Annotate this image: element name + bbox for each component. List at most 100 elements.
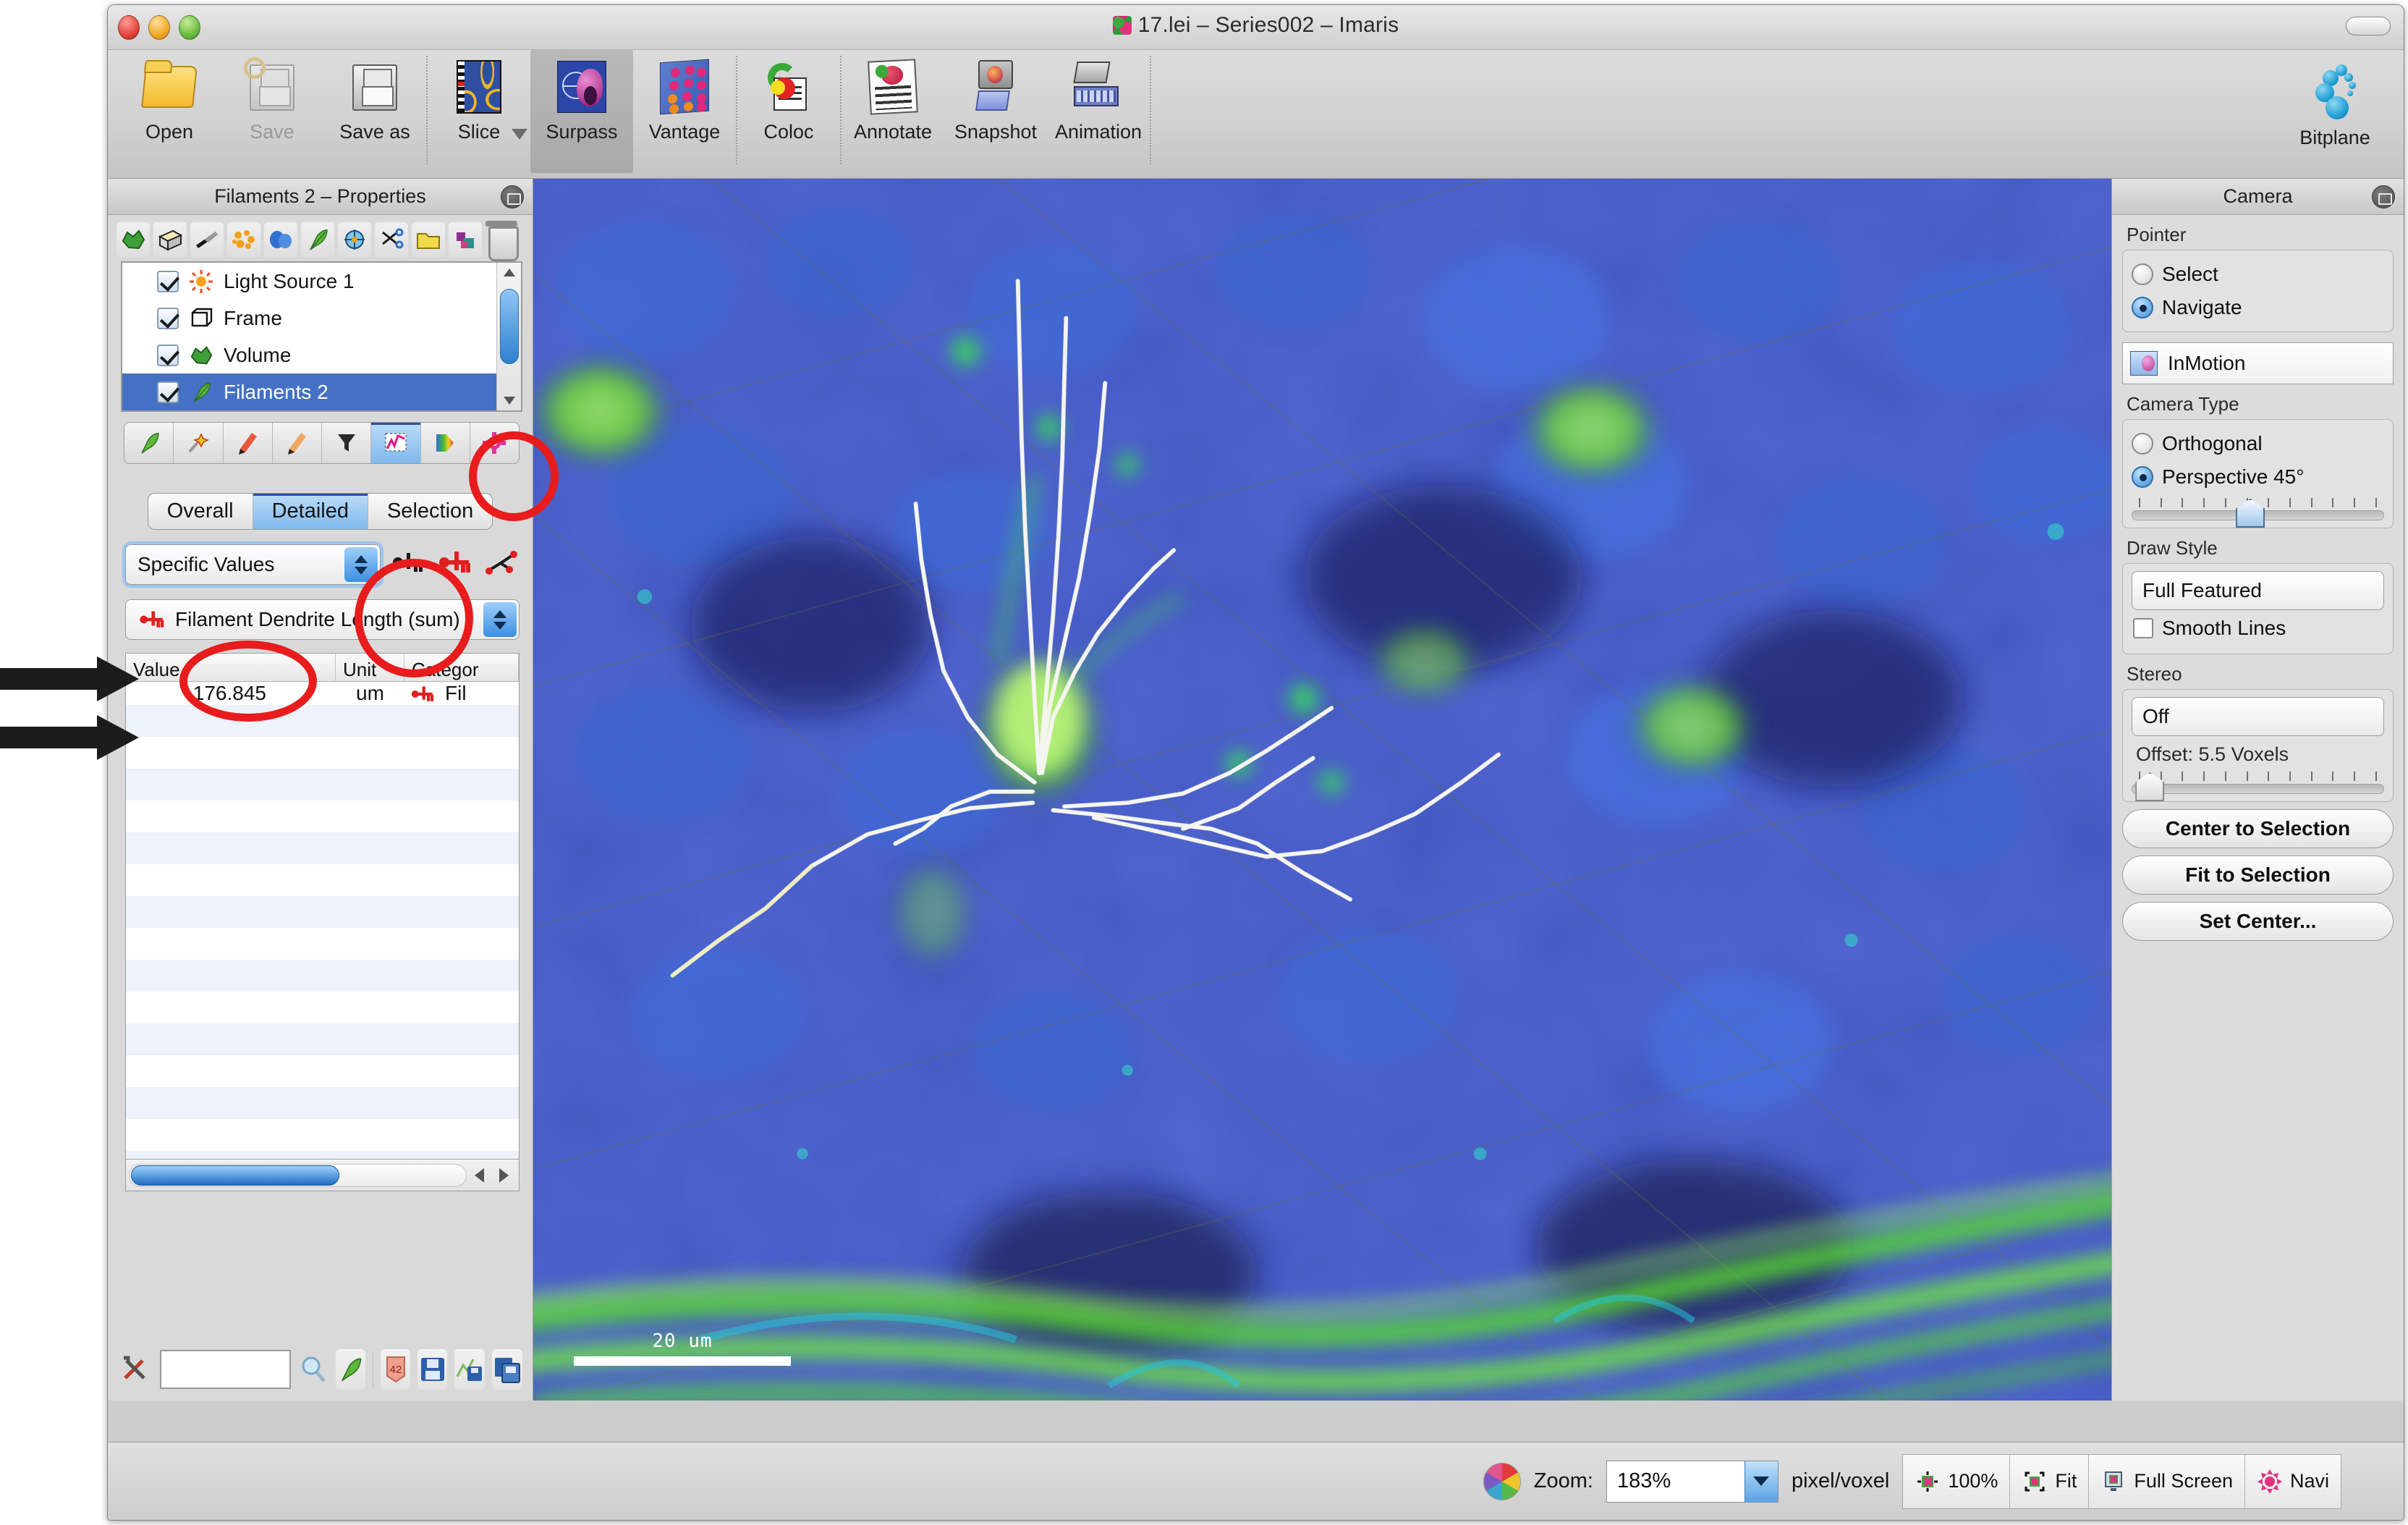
visibility-checkbox[interactable] <box>157 270 179 292</box>
toolbar-coloc[interactable]: Coloc <box>737 50 840 173</box>
settings-gear-icon[interactable] <box>470 423 519 463</box>
toolbar-vantage[interactable]: Vantage <box>633 50 736 173</box>
visibility-checkbox[interactable] <box>157 344 179 366</box>
set-center-button[interactable]: Set Center... <box>2122 902 2394 941</box>
magnifier-icon[interactable] <box>298 1349 328 1390</box>
smooth-lines-checkbox-row[interactable]: Smooth Lines <box>2132 610 2384 646</box>
filaments-leaf-icon[interactable] <box>336 1349 365 1390</box>
visibility-checkbox[interactable] <box>157 381 179 403</box>
table-row[interactable]: 176.845 um Fil <box>126 682 519 705</box>
add-ortho-slicer-icon[interactable] <box>190 222 224 257</box>
table-row-empty[interactable] <box>126 832 519 864</box>
table-row-empty[interactable] <box>126 928 519 960</box>
filament-segment-icon[interactable] <box>392 550 427 579</box>
chevron-down-icon[interactable] <box>512 129 527 140</box>
zoom-combobox[interactable]: 183% <box>1606 1460 1779 1503</box>
visibility-checkbox[interactable] <box>157 307 179 329</box>
detach-window-icon[interactable] <box>501 185 524 208</box>
toolbar-annotate[interactable]: Annotate <box>841 50 944 173</box>
tab-autodepth-pen[interactable] <box>224 423 273 463</box>
draw-style-select[interactable]: Full Featured <box>2132 571 2384 610</box>
column-header-unit[interactable]: Unit <box>336 654 404 681</box>
filament-dendrite-icon[interactable] <box>438 550 473 579</box>
scrollbar-thumb[interactable] <box>500 289 519 364</box>
radio-select[interactable]: Select <box>2132 258 2384 291</box>
chevron-down-icon[interactable] <box>1744 1461 1778 1502</box>
tab-filter-funnel[interactable] <box>322 423 372 463</box>
table-row-empty[interactable] <box>126 896 519 928</box>
tab-filament-draw[interactable] <box>124 423 174 463</box>
table-row-empty[interactable] <box>126 1055 519 1087</box>
table-row-empty[interactable] <box>126 960 519 992</box>
scroll-right-icon[interactable] <box>491 1163 516 1188</box>
toolbar-save[interactable]: Save <box>221 50 323 173</box>
table-row-empty[interactable] <box>126 705 519 737</box>
table-horizontal-scrollbar[interactable] <box>125 1159 520 1191</box>
perspective-slider[interactable] <box>2132 498 2384 528</box>
save-statistics-icon[interactable] <box>454 1349 485 1390</box>
table-row-empty[interactable] <box>126 864 519 896</box>
specific-values-select[interactable]: Specific Values <box>125 544 381 585</box>
add-cells-icon[interactable] <box>449 222 483 257</box>
3d-viewport[interactable]: 20 um <box>533 179 2111 1401</box>
column-header-value[interactable]: Value <box>126 654 336 681</box>
statistics-table[interactable]: Value Unit Categor 176.845 um Fil <box>125 653 520 1159</box>
scene-tree[interactable]: Light Source 1 Frame Volume Filaments 2 <box>121 261 522 412</box>
table-row-empty[interactable] <box>126 1023 519 1055</box>
scrollbar-track[interactable] <box>129 1163 467 1187</box>
scroll-up-icon[interactable] <box>504 269 515 276</box>
add-spots-icon[interactable] <box>227 222 261 257</box>
navi-button[interactable]: Navi <box>2244 1454 2341 1508</box>
stereo-select[interactable]: Off <box>2132 697 2384 736</box>
scroll-left-icon[interactable] <box>467 1163 491 1188</box>
color-wheel-icon[interactable] <box>1483 1462 1521 1500</box>
add-clipping-plane-icon[interactable] <box>153 222 187 257</box>
stereo-offset-slider[interactable] <box>2132 772 2384 801</box>
add-cut-icon[interactable] <box>375 222 409 257</box>
scrollbar-thumb[interactable] <box>131 1165 340 1186</box>
fit-to-selection-button[interactable]: Fit to Selection <box>2122 856 2394 895</box>
table-row-empty[interactable] <box>126 1119 519 1151</box>
copy-to-clipboard-icon[interactable] <box>491 1349 522 1390</box>
tab-overall[interactable]: Overall <box>148 494 253 529</box>
radio-navigate[interactable]: Navigate <box>2132 291 2384 324</box>
scene-tree-item-frame[interactable]: Frame <box>122 300 521 337</box>
add-group-icon[interactable] <box>412 222 446 257</box>
table-row-empty[interactable] <box>126 769 519 800</box>
label-42-icon[interactable]: 42 <box>381 1349 411 1390</box>
save-icon[interactable] <box>417 1349 447 1390</box>
scene-tree-item-volume[interactable]: Volume <box>122 337 521 373</box>
toolbar-animation[interactable]: Animation <box>1047 50 1150 173</box>
tab-draw-pencil[interactable] <box>273 423 322 463</box>
scroll-down-icon[interactable] <box>504 397 515 405</box>
radio-orthogonal[interactable]: Orthogonal <box>2132 427 2384 460</box>
zoom-100-button[interactable]: 100% <box>1903 1454 2011 1508</box>
radio-perspective[interactable]: Perspective 45° <box>2132 460 2384 494</box>
toolbar-slice[interactable]: Slice <box>428 50 530 173</box>
table-row-empty[interactable] <box>126 992 519 1023</box>
center-to-selection-button[interactable]: Center to Selection <box>2122 809 2394 848</box>
toolbar-snapshot[interactable]: Snapshot <box>944 50 1047 173</box>
slider-track[interactable] <box>2132 772 2384 801</box>
add-measurement-points-icon[interactable] <box>338 222 372 257</box>
delete-trash-icon[interactable] <box>486 221 519 261</box>
tab-autopath-wand[interactable] <box>174 423 224 463</box>
table-row-empty[interactable] <box>126 1087 519 1119</box>
add-volume-icon[interactable] <box>116 222 150 257</box>
smooth-lines-checkbox[interactable] <box>2133 618 2153 638</box>
statistics-chart-icon[interactable] <box>371 423 421 463</box>
scene-tree-scrollbar[interactable] <box>496 263 521 410</box>
tab-detailed[interactable]: Detailed <box>253 494 368 529</box>
add-filaments-icon[interactable] <box>301 222 335 257</box>
slider-track[interactable] <box>2132 499 2384 528</box>
toolbar-surpass[interactable]: Surpass <box>530 50 633 173</box>
detach-window-icon[interactable] <box>2372 185 2395 208</box>
statistic-select[interactable]: Filament Dendrite Length (sum) <box>125 599 520 640</box>
stepper-arrows-icon[interactable] <box>344 547 378 582</box>
tab-selection[interactable]: Selection <box>368 494 492 529</box>
stepper-arrows-icon[interactable] <box>483 602 517 637</box>
full-screen-button[interactable]: Full Screen <box>2089 1454 2245 1508</box>
table-row-empty[interactable] <box>126 737 519 769</box>
tools-icon[interactable] <box>121 1349 153 1390</box>
inmotion-button[interactable]: InMotion <box>2122 342 2394 384</box>
